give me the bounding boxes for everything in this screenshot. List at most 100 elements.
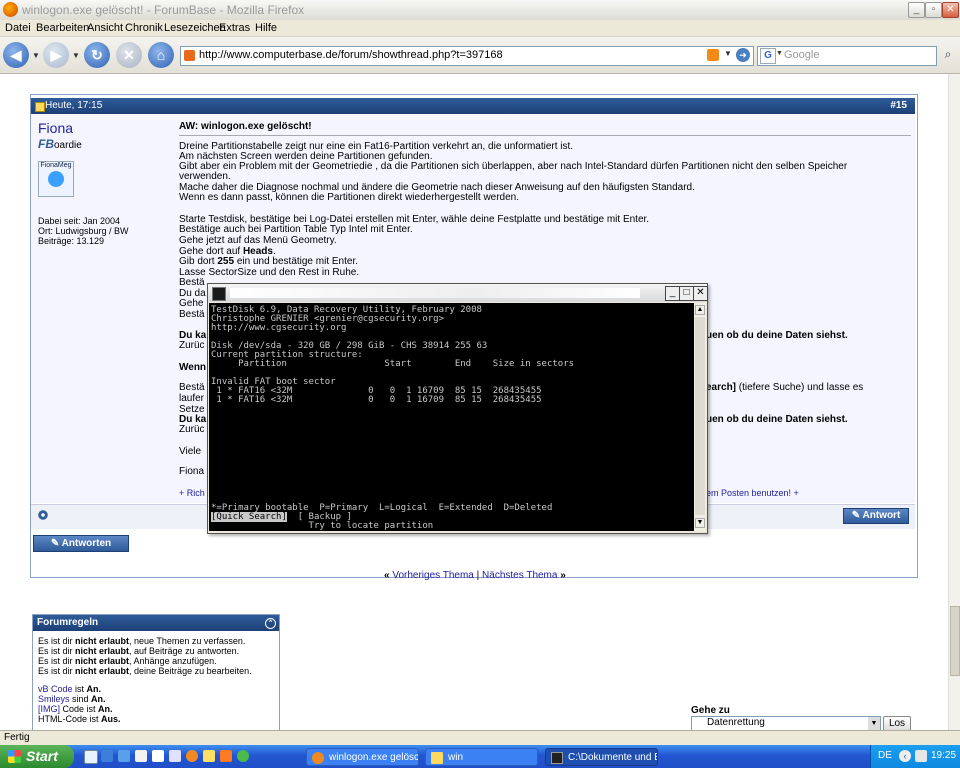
google-engine-icon[interactable]: G xyxy=(760,48,776,64)
scroll-up-icon[interactable]: ▲ xyxy=(695,305,705,315)
stop-icon[interactable]: ✕ xyxy=(116,42,142,68)
post-line-right: uen ob du deine Daten siehst. xyxy=(706,330,848,341)
minimize-button[interactable]: _ xyxy=(908,2,925,18)
code-line: vB Code ist An. xyxy=(38,684,102,694)
chevron-down-icon[interactable]: ▼ xyxy=(868,717,880,730)
post-line: Viele xyxy=(179,446,202,457)
footer-rules-link-right[interactable]: em Posten benutzen! + xyxy=(706,488,799,498)
search-placeholder: Google xyxy=(784,49,820,61)
post-line-right: earch] (tiefere Suche) und lasse es xyxy=(706,382,864,393)
terminal-scroll-thumb[interactable] xyxy=(695,317,705,515)
scroll-down-icon[interactable]: ▼ xyxy=(695,518,705,528)
menu-chronik[interactable]: Chronik xyxy=(125,22,163,34)
url-bar[interactable]: http://www.computerbase.de/forum/showthr… xyxy=(180,46,754,66)
page-scrollbar[interactable] xyxy=(948,74,960,730)
testdisk-window[interactable]: _ □ ✕ TestDisk 6.9, Data Recovery Utilit… xyxy=(207,283,708,534)
start-button[interactable]: Start xyxy=(0,745,74,768)
post-line: Bestä xyxy=(179,382,205,393)
code-line: Smileys sind An. xyxy=(38,694,106,704)
author-name[interactable]: Fiona xyxy=(38,120,73,136)
rss-feed-icon[interactable] xyxy=(707,49,719,61)
menu-bearbeiten[interactable]: Bearbeiten xyxy=(36,22,89,34)
rule-line: Es ist dir nicht erlaubt, auf Beiträge z… xyxy=(38,646,240,656)
task-firefox[interactable]: winlogon.exe gelösch... xyxy=(306,748,419,766)
post-line: Gehe jetzt auf das Menü Geometry. xyxy=(179,235,337,246)
close-button[interactable]: ✕ xyxy=(942,2,959,18)
reload-icon[interactable]: ↻ xyxy=(84,42,110,68)
antworten-button[interactable]: ✎ Antworten xyxy=(33,535,129,552)
terminal-hint: Try to locate partition xyxy=(211,521,434,531)
quicklaunch-firefox-icon[interactable] xyxy=(186,750,198,762)
scrollbar-thumb[interactable] xyxy=(950,606,960,676)
search-icon[interactable]: ⌕ xyxy=(940,47,956,63)
post-line: verwenden. xyxy=(179,171,231,182)
menu-lesezeichen[interactable]: Lesezeichen xyxy=(164,22,226,34)
go-icon[interactable]: ➜ xyxy=(736,48,750,62)
menu-ansicht[interactable]: Ansicht xyxy=(87,22,123,34)
terminal-scrollbar[interactable]: ▲ ▼ xyxy=(694,303,706,531)
post-line: Zurüc xyxy=(179,424,205,435)
url-dropdown-icon[interactable]: ▼ xyxy=(724,49,732,58)
tray-network-icon[interactable] xyxy=(915,750,927,762)
task-console[interactable]: C:\Dokumente und Ei... xyxy=(545,748,658,766)
collapse-icon[interactable]: ⌃ xyxy=(265,618,276,629)
terminal-titlebar[interactable]: _ □ ✕ xyxy=(208,284,708,302)
quicklaunch-ie-icon[interactable] xyxy=(84,750,98,764)
menu-extras[interactable]: Extras xyxy=(219,22,250,34)
vb-code-link[interactable]: vB Code xyxy=(38,684,73,694)
forward-dropdown-icon[interactable]: ▼ xyxy=(72,51,80,60)
quicklaunch-app3-icon[interactable] xyxy=(203,750,215,762)
terminal-maximize-button[interactable]: □ xyxy=(679,286,694,301)
terminal-minimize-button[interactable]: _ xyxy=(665,286,680,301)
avatar-face-icon xyxy=(48,171,64,187)
home-icon[interactable]: ⌂ xyxy=(148,42,174,68)
post-line: Lasse SectorSize und den Rest in Ruhe. xyxy=(179,267,360,278)
quicklaunch-app5-icon[interactable] xyxy=(237,750,249,762)
img-code-link[interactable]: [IMG] xyxy=(38,704,60,714)
back-dropdown-icon[interactable]: ▼ xyxy=(32,51,40,60)
quicklaunch-app4-icon[interactable] xyxy=(220,750,232,762)
gehe-zu-select[interactable]: Datenrettung ▼ xyxy=(691,716,881,730)
window-title: winlogon.exe gelöscht! - ForumBase - Moz… xyxy=(22,3,305,17)
language-indicator[interactable]: DE xyxy=(878,750,892,761)
forward-icon[interactable]: ▶ xyxy=(43,42,69,68)
post-line: Bestä xyxy=(179,309,205,320)
post-number[interactable]: #15 xyxy=(890,100,907,111)
rule-line: Es ist dir nicht erlaubt, neue Themen zu… xyxy=(38,636,246,646)
prev-thread-link[interactable]: Vorheriges Thema xyxy=(392,570,474,581)
author-location: Ort: Ludwigsburg / BW xyxy=(38,226,129,236)
terminal-title-smudge xyxy=(230,288,640,298)
quicklaunch-tool-icon[interactable] xyxy=(152,750,164,762)
maximize-button[interactable]: ▫ xyxy=(925,2,942,18)
quicklaunch-media-icon[interactable] xyxy=(118,750,130,762)
task-folder[interactable]: win xyxy=(425,748,538,766)
post-line: Gib dort 255 ein und bestätige mit Enter… xyxy=(179,256,359,267)
rule-line: Es ist dir nicht erlaubt, deine Beiträge… xyxy=(38,666,252,676)
tray-collapse-icon[interactable]: ‹ xyxy=(899,750,911,762)
quicklaunch-desktop-icon[interactable] xyxy=(101,750,113,762)
menu-datei[interactable]: Datei xyxy=(5,22,31,34)
reply-icon: ✎ xyxy=(851,510,863,521)
reply-button[interactable]: ✎ Antwort xyxy=(843,508,909,524)
footer-rules-link[interactable]: + Rich xyxy=(179,488,205,498)
next-thread-link[interactable]: Nächstes Thema xyxy=(482,570,557,581)
los-button[interactable]: Los xyxy=(883,716,911,730)
code-line: [IMG] Code ist An. xyxy=(38,704,113,714)
quicklaunch-app2-icon[interactable] xyxy=(169,750,181,762)
smileys-link[interactable]: Smileys xyxy=(38,694,70,704)
post-header: Heute, 17:15 #15 xyxy=(31,98,915,114)
terminal-close-button[interactable]: ✕ xyxy=(693,286,708,301)
menu-hilfe[interactable]: Hilfe xyxy=(255,22,277,34)
quicklaunch-app-icon[interactable] xyxy=(135,750,147,762)
clock: 19:25 xyxy=(931,750,957,761)
search-box[interactable]: G ▼ Google ⌕ xyxy=(757,46,951,66)
engine-dropdown-icon[interactable]: ▼ xyxy=(776,50,783,57)
code-line: HTML-Code ist Aus. xyxy=(38,714,121,724)
post-status-icon xyxy=(35,102,45,112)
post-divider xyxy=(179,135,911,136)
post-title: AW: winlogon.exe gelöscht! xyxy=(179,121,312,132)
terminal-output[interactable]: TestDisk 6.9, Data Recovery Utility, Feb… xyxy=(209,303,694,531)
back-icon[interactable]: ◀ xyxy=(3,42,29,68)
forumregeln-header: Forumregeln ⌃ xyxy=(33,615,279,631)
window-titlebar: winlogon.exe gelöscht! - ForumBase - Moz… xyxy=(0,0,960,21)
